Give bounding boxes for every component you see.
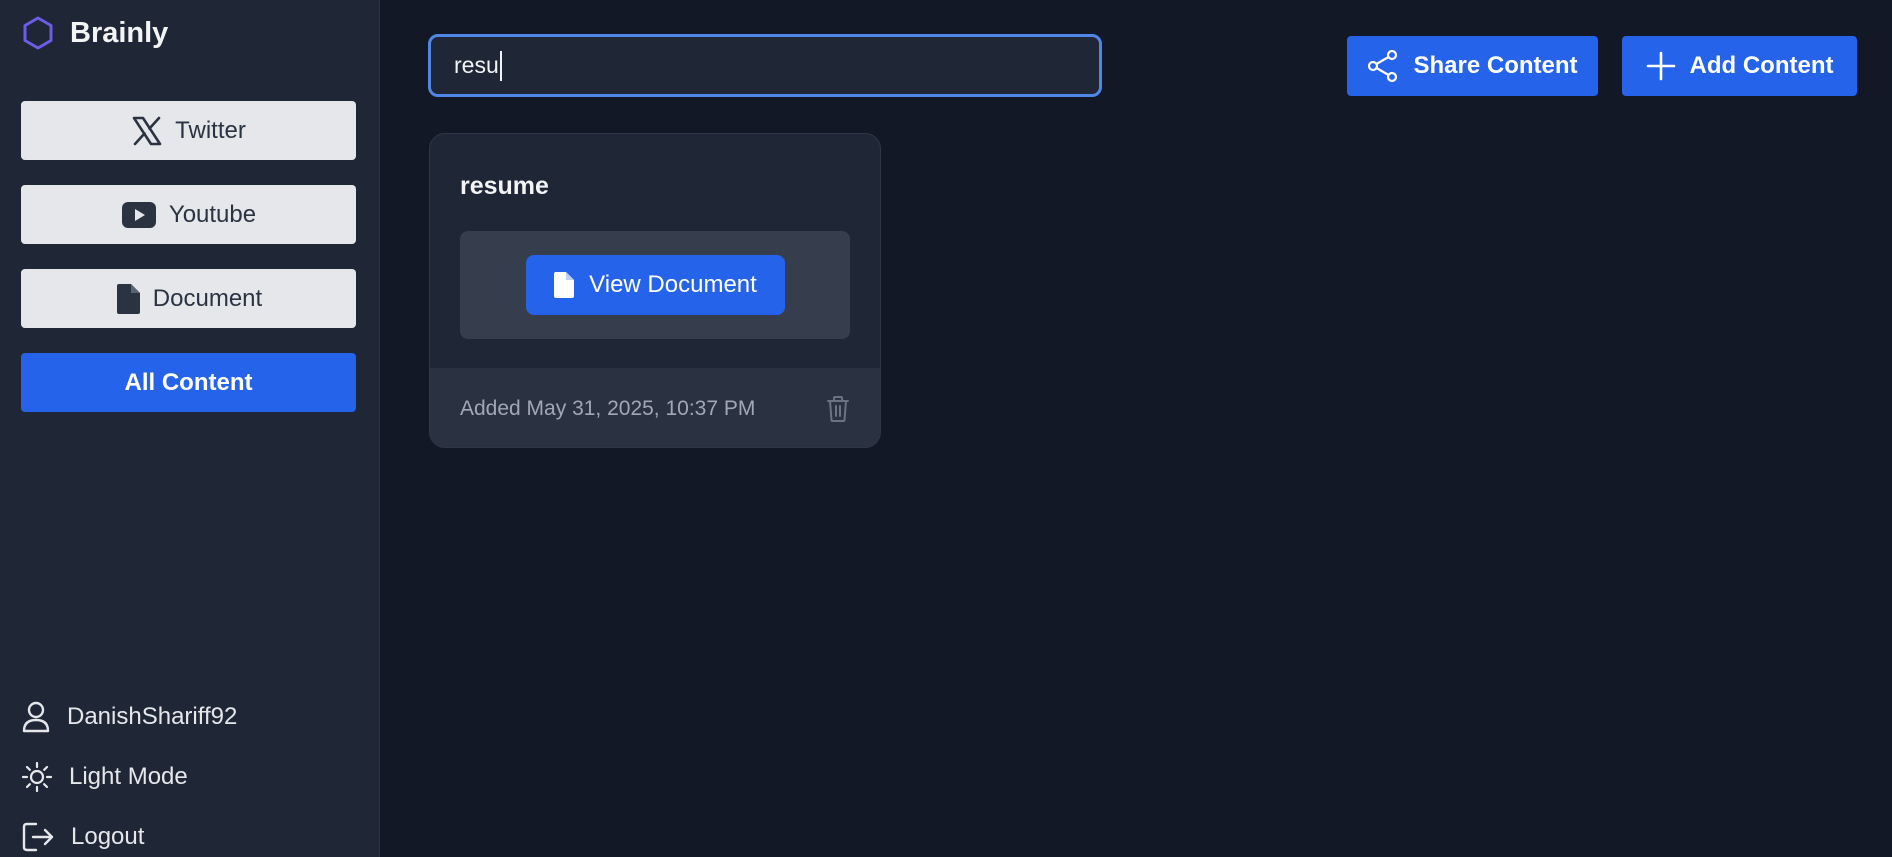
added-timestamp: Added May 31, 2025, 10:37 PM [460,396,756,420]
add-content-button[interactable]: Add Content [1622,36,1857,96]
content-card: resume View Document Added May 31, 2025,… [429,133,881,448]
filter-all-content-label: All Content [124,368,253,396]
logout-label: Logout [71,823,145,850]
youtube-icon [121,201,157,229]
filter-youtube-label: Youtube [168,200,257,228]
user-icon [22,701,50,733]
share-content-button[interactable]: Share Content [1347,36,1598,96]
trash-icon[interactable] [826,395,850,423]
logout-button[interactable]: Logout [22,817,144,857]
user-profile[interactable]: DanishShariff92 [22,697,237,737]
text-caret [499,50,502,81]
share-content-label: Share Content [1413,52,1578,79]
search-input[interactable]: resu [428,34,1102,97]
search-input-value: resu [454,52,499,78]
brand[interactable]: Brainly [22,14,168,52]
username: DanishShariff92 [67,703,238,730]
view-document-button[interactable]: View Document [525,255,785,315]
filter-all-content-button[interactable]: All Content [21,353,356,412]
x-logo-icon [131,116,163,146]
sidebar: Brainly Twitter Youtube Document All Con… [0,0,380,857]
filter-twitter-label: Twitter [175,116,246,144]
document-icon [115,283,141,315]
filter-document-button[interactable]: Document [21,269,356,328]
filter-document-label: Document [152,284,263,312]
card-footer: Added May 31, 2025, 10:37 PM [430,368,880,447]
hexagon-logo-icon [22,16,54,50]
light-mode-label: Light Mode [69,763,188,790]
brand-name: Brainly [70,16,169,49]
filter-youtube-button[interactable]: Youtube [21,185,356,244]
view-document-label: View Document [589,271,757,298]
plus-icon [1646,51,1676,81]
share-icon [1367,49,1399,83]
filter-twitter-button[interactable]: Twitter [21,101,356,160]
add-content-label: Add Content [1689,52,1834,79]
card-preview: View Document [460,231,850,339]
logout-icon [22,822,54,852]
sun-icon [22,762,52,792]
light-mode-toggle[interactable]: Light Mode [22,757,188,797]
document-icon [553,271,575,299]
card-title: resume [460,172,549,200]
